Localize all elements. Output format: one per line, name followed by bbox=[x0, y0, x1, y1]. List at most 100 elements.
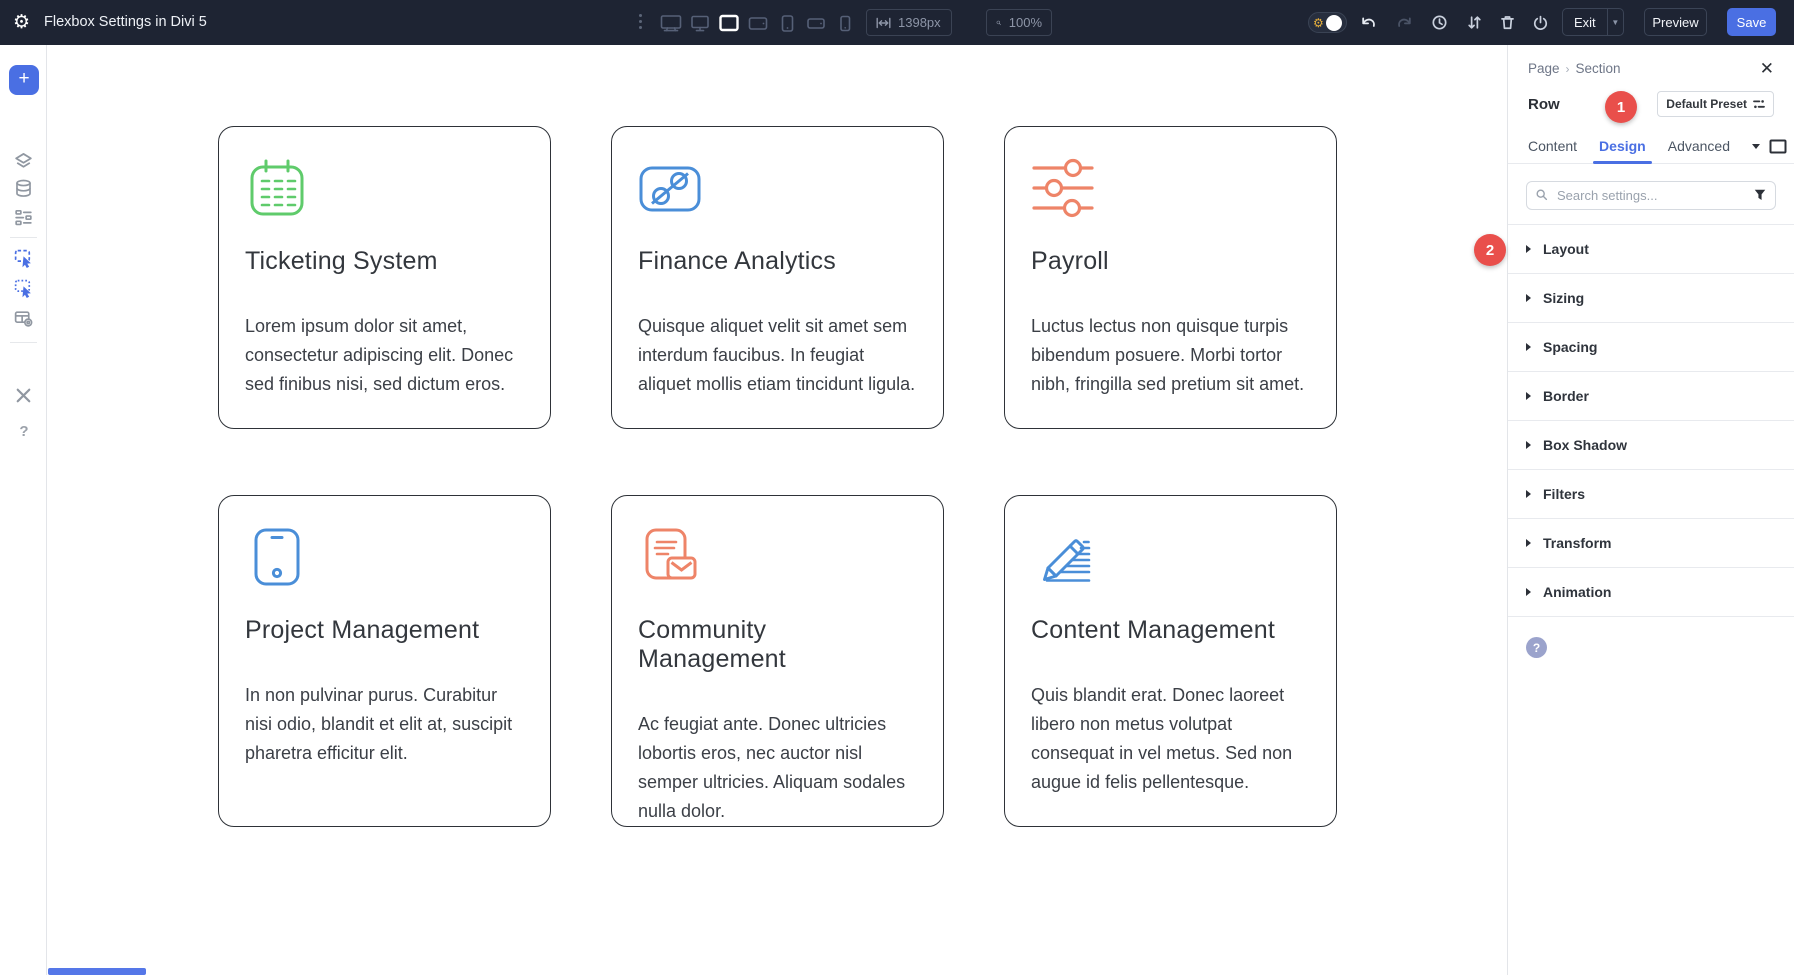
section-sizing[interactable]: Sizing bbox=[1508, 274, 1794, 323]
section-border[interactable]: Border bbox=[1508, 372, 1794, 421]
blurb-card-community[interactable]: Community Management Ac feugiat ante. Do… bbox=[611, 495, 944, 827]
layers-icon[interactable] bbox=[13, 151, 34, 172]
card-title[interactable]: Content Management bbox=[1031, 616, 1310, 645]
card-body[interactable]: Quis blandit erat. Donec laoreet libero … bbox=[1031, 681, 1310, 797]
section-box-shadow[interactable]: Box Shadow bbox=[1508, 421, 1794, 470]
document-mail-icon[interactable] bbox=[638, 525, 702, 589]
card-body[interactable]: In non pulvinar purus. Curabitur nisi od… bbox=[245, 681, 524, 768]
tablet-icon[interactable] bbox=[245, 525, 309, 589]
chevron-right-icon bbox=[1526, 245, 1531, 253]
insert-section-indicator[interactable] bbox=[48, 968, 146, 975]
search-settings-input[interactable] bbox=[1526, 181, 1776, 210]
database-icon[interactable] bbox=[13, 178, 34, 199]
close-icon[interactable]: ✕ bbox=[1760, 60, 1774, 77]
chevron-right-icon bbox=[1526, 490, 1531, 498]
section-transform[interactable]: Transform bbox=[1508, 519, 1794, 568]
card-title[interactable]: Community Management bbox=[638, 616, 917, 674]
blurb-card-finance[interactable]: Finance Analytics Quisque aliquet velit … bbox=[611, 126, 944, 429]
card-body[interactable]: Luctus lectus non quisque turpis bibendu… bbox=[1031, 312, 1310, 399]
top-toolbar: ⚙ Flexbox Settings in Divi 5 bbox=[0, 0, 1794, 45]
tools-icon[interactable] bbox=[13, 385, 34, 406]
search-icon bbox=[1535, 188, 1549, 202]
card-body[interactable]: Ac feugiat ante. Donec ultricies loborti… bbox=[638, 710, 917, 826]
add-button[interactable]: + bbox=[9, 65, 39, 95]
default-preset-button[interactable]: Default Preset bbox=[1657, 91, 1774, 117]
tab-content[interactable]: Content bbox=[1528, 129, 1577, 163]
annotation-badge-2: 2 bbox=[1474, 234, 1506, 266]
element-title: Row bbox=[1528, 96, 1560, 113]
breadcrumb-separator: › bbox=[1566, 62, 1570, 76]
desktop-large-icon[interactable] bbox=[658, 12, 684, 33]
phone-icon[interactable] bbox=[774, 12, 800, 33]
blurb-card-ticketing[interactable]: Ticketing System Lorem ipsum dolor sit a… bbox=[218, 126, 551, 429]
gear-toggle-icon: ⚙ bbox=[1313, 17, 1324, 29]
pencil-lines-icon[interactable] bbox=[1031, 525, 1095, 589]
section-spacing[interactable]: Spacing bbox=[1508, 323, 1794, 372]
hover-mode-icon[interactable] bbox=[13, 278, 34, 299]
breadcrumb-page[interactable]: Page bbox=[1528, 61, 1560, 76]
tablet-landscape-icon[interactable] bbox=[745, 12, 771, 33]
canvas-zoom-value: 100% bbox=[1009, 15, 1042, 30]
card-body[interactable]: Lorem ipsum dolor sit amet, consectetur … bbox=[245, 312, 524, 399]
phone-landscape-icon[interactable] bbox=[803, 12, 829, 33]
interaction-mode-toggle[interactable]: ⚙ bbox=[1308, 12, 1347, 33]
settings-panel: 1 2 Page › Section ✕ Row Default Preset … bbox=[1507, 45, 1794, 975]
tab-design[interactable]: Design bbox=[1599, 129, 1646, 163]
phone-portrait-icon[interactable] bbox=[832, 12, 858, 33]
chevron-right-icon bbox=[1526, 539, 1531, 547]
zoomed-desktop-icon[interactable] bbox=[716, 12, 742, 33]
sidebar-help-icon[interactable]: ? bbox=[15, 423, 33, 440]
tab-advanced[interactable]: Advanced bbox=[1668, 129, 1730, 163]
width-arrows-icon bbox=[876, 17, 891, 29]
builder-canvas: Ticketing System Lorem ipsum dolor sit a… bbox=[48, 45, 1507, 975]
chevron-right-icon bbox=[1526, 588, 1531, 596]
card-title[interactable]: Project Management bbox=[245, 616, 524, 645]
more-options-icon[interactable] bbox=[639, 14, 642, 29]
section-animation[interactable]: Animation bbox=[1508, 568, 1794, 617]
settings-tabs: Content Design Advanced bbox=[1508, 129, 1794, 164]
card-title[interactable]: Finance Analytics bbox=[638, 247, 917, 276]
page-settings-icon[interactable] bbox=[13, 308, 34, 329]
panel-help-icon[interactable]: ? bbox=[1526, 637, 1547, 658]
toggle-knob bbox=[1326, 15, 1342, 31]
history-clock-icon[interactable] bbox=[1431, 14, 1448, 31]
sliders-icon[interactable] bbox=[1031, 156, 1095, 220]
save-button[interactable]: Save bbox=[1727, 8, 1776, 36]
redo-icon[interactable] bbox=[1396, 14, 1413, 31]
section-filters[interactable]: Filters bbox=[1508, 470, 1794, 519]
canvas-width-value: 1398px bbox=[898, 15, 941, 30]
blurb-card-project[interactable]: Project Management In non pulvinar purus… bbox=[218, 495, 551, 827]
calendar-icon[interactable] bbox=[245, 156, 309, 220]
desktop-icon[interactable] bbox=[687, 12, 713, 33]
sidebar-divider bbox=[10, 342, 37, 343]
exit-button[interactable]: Exit ▼ bbox=[1562, 8, 1624, 36]
click-mode-icon[interactable] bbox=[13, 248, 34, 269]
filter-funnel-icon[interactable] bbox=[1753, 188, 1767, 202]
link-circles-icon[interactable] bbox=[638, 156, 702, 220]
preset-icon bbox=[1753, 98, 1765, 110]
preview-button[interactable]: Preview bbox=[1644, 8, 1707, 36]
canvas-zoom-control[interactable]: 100% bbox=[986, 9, 1052, 36]
left-toolbar: + ? bbox=[0, 45, 47, 975]
card-body[interactable]: Quisque aliquet velit sit amet sem inter… bbox=[638, 312, 917, 399]
exit-dropdown-caret-icon[interactable]: ▼ bbox=[1607, 9, 1623, 35]
section-layout[interactable]: Layout bbox=[1508, 225, 1794, 274]
undo-icon[interactable] bbox=[1360, 14, 1377, 31]
power-icon[interactable] bbox=[1532, 14, 1549, 31]
card-title[interactable]: Ticketing System bbox=[245, 247, 524, 276]
chevron-down-icon[interactable] bbox=[1752, 144, 1760, 149]
card-title[interactable]: Payroll bbox=[1031, 247, 1310, 276]
breadcrumb-section[interactable]: Section bbox=[1576, 61, 1621, 76]
chevron-right-icon bbox=[1526, 392, 1531, 400]
canvas-width-control[interactable]: 1398px bbox=[866, 9, 952, 36]
blurb-card-content[interactable]: Content Management Quis blandit erat. Do… bbox=[1004, 495, 1337, 827]
trash-icon[interactable] bbox=[1499, 14, 1516, 31]
settings-gear-icon[interactable]: ⚙ bbox=[13, 11, 30, 33]
exit-label: Exit bbox=[1563, 15, 1607, 30]
breakpoint-switcher bbox=[658, 12, 858, 33]
wireframe-icon[interactable] bbox=[13, 207, 34, 228]
blurb-card-payroll[interactable]: Payroll Luctus lectus non quisque turpis… bbox=[1004, 126, 1337, 429]
desktop-frame-icon[interactable] bbox=[1769, 139, 1787, 154]
sort-arrows-icon[interactable] bbox=[1466, 14, 1483, 31]
magnifier-icon bbox=[996, 16, 1002, 30]
